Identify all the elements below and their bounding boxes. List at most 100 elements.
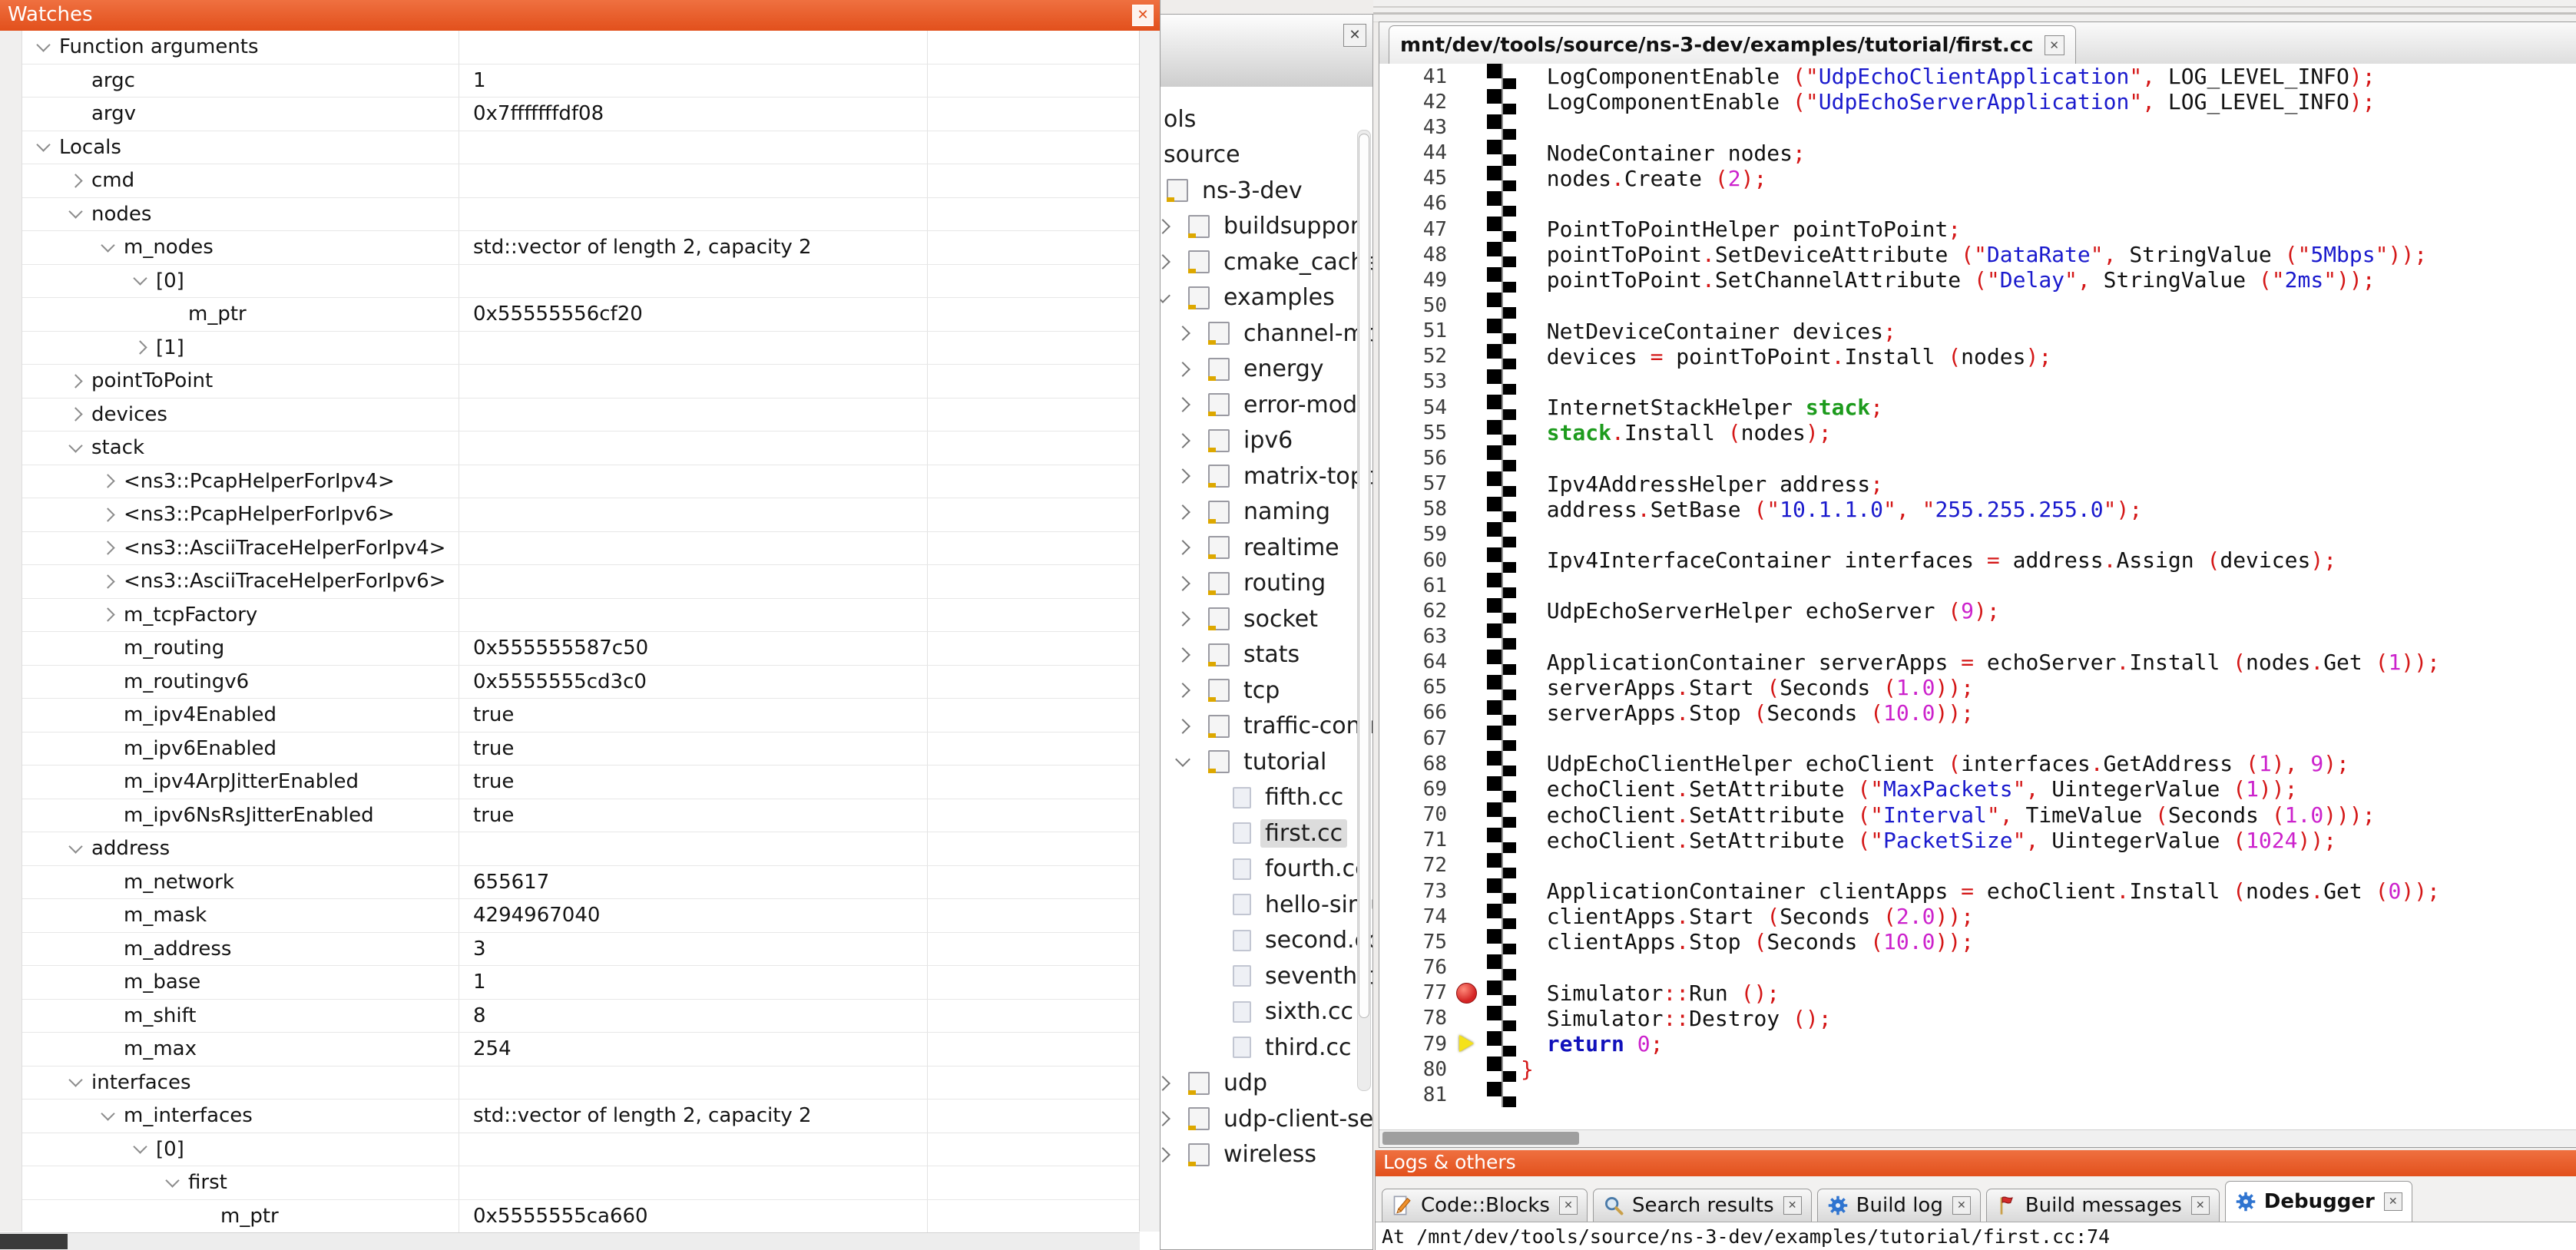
breakpoint-margin[interactable]	[1487, 751, 1516, 776]
editor-tab-first-cc[interactable]: mnt/dev/tools/source/ns-3-dev/examples/t…	[1389, 25, 2076, 64]
breakpoint-margin[interactable]	[1487, 64, 1516, 89]
chevron-down-icon[interactable]	[36, 38, 50, 51]
tree-item-tcp[interactable]: tcp	[1177, 673, 1284, 707]
gutter-marker-zone[interactable]	[1452, 395, 1487, 420]
scrollbar-thumb[interactable]	[1359, 134, 1369, 1018]
gutter-marker-zone[interactable]	[1452, 114, 1487, 140]
tree-item-fourth-cc[interactable]: fourth.cc	[1233, 852, 1372, 886]
line-number[interactable]: 44	[1379, 141, 1452, 164]
gutter-marker-zone[interactable]	[1452, 1031, 1487, 1057]
gutter-marker-zone[interactable]	[1452, 1006, 1487, 1031]
close-icon[interactable]: ✕	[1132, 5, 1154, 26]
breakpoint-margin[interactable]	[1487, 1006, 1516, 1031]
tree-item-second-cc[interactable]: second.cc	[1233, 924, 1372, 957]
gutter-marker-zone[interactable]	[1452, 420, 1487, 445]
gutter-marker-zone[interactable]	[1452, 623, 1487, 649]
tree-item-routing[interactable]: routing	[1177, 567, 1330, 600]
watch-row[interactable]: m_routing0x555555587c50	[0, 632, 1140, 666]
chevron-right-icon[interactable]	[1175, 504, 1190, 520]
logs-tab-debugger[interactable]: Debugger✕	[2225, 1181, 2412, 1222]
chevron-right-icon[interactable]	[101, 508, 114, 521]
breakpoint-margin[interactable]	[1487, 1031, 1516, 1057]
gutter-marker-zone[interactable]	[1452, 319, 1487, 344]
chevron-down-icon[interactable]	[68, 839, 82, 853]
watch-row[interactable]: m_ipv6NsRsJitterEnabledtrue	[0, 799, 1140, 833]
tree-item-third-cc[interactable]: third.cc	[1233, 1030, 1356, 1064]
line-number[interactable]: 62	[1379, 600, 1452, 623]
scrollbar-thumb[interactable]	[1382, 1132, 1579, 1145]
line-number[interactable]: 76	[1379, 956, 1452, 979]
breakpoint-margin[interactable]	[1487, 547, 1516, 573]
gutter-marker-zone[interactable]	[1452, 929, 1487, 954]
breakpoint-margin[interactable]	[1487, 420, 1516, 445]
gutter-marker-zone[interactable]	[1452, 522, 1487, 547]
gutter-marker-zone[interactable]	[1452, 293, 1487, 318]
gutter-marker-zone[interactable]	[1452, 828, 1487, 853]
line-number[interactable]: 73	[1379, 880, 1452, 903]
chevron-down-icon[interactable]	[101, 238, 114, 252]
breakpoint-margin[interactable]	[1487, 242, 1516, 267]
chevron-down-icon[interactable]	[36, 138, 50, 152]
chevron-down-icon[interactable]	[68, 438, 82, 452]
chevron-down-icon[interactable]	[133, 1140, 147, 1154]
breakpoint-margin[interactable]	[1487, 650, 1516, 675]
watch-row[interactable]: m_ptr0x55555556cf20	[0, 298, 1140, 332]
watch-row[interactable]: m_ipv4Enabledtrue	[0, 699, 1140, 732]
breakpoint-margin[interactable]	[1487, 445, 1516, 471]
watch-row[interactable]: devices	[0, 398, 1140, 432]
breakpoint-margin[interactable]	[1487, 140, 1516, 165]
breakpoint-margin[interactable]	[1487, 395, 1516, 420]
line-number[interactable]: 55	[1379, 422, 1452, 445]
line-number[interactable]: 53	[1379, 370, 1452, 393]
gutter-marker-zone[interactable]	[1452, 751, 1487, 776]
breakpoint-margin[interactable]	[1487, 929, 1516, 954]
chevron-right-icon[interactable]	[1175, 576, 1190, 591]
watches-titlebar[interactable]: Watches ✕	[0, 0, 1160, 31]
breakpoint-margin[interactable]	[1487, 191, 1516, 217]
tree-item-ipv6[interactable]: ipv6	[1177, 424, 1297, 458]
breakpoint-margin[interactable]	[1487, 802, 1516, 828]
breakpoint-margin[interactable]	[1487, 89, 1516, 114]
breakpoint-margin[interactable]	[1487, 267, 1516, 293]
gutter-marker-zone[interactable]	[1452, 980, 1487, 1006]
gutter-marker-zone[interactable]	[1452, 700, 1487, 726]
gutter-marker-zone[interactable]	[1452, 954, 1487, 980]
watch-row[interactable]: m_base1	[0, 966, 1140, 1000]
breakpoint-margin[interactable]	[1487, 980, 1516, 1006]
chevron-right-icon[interactable]	[1175, 397, 1190, 412]
gutter-marker-zone[interactable]	[1452, 140, 1487, 165]
line-number[interactable]: 63	[1379, 625, 1452, 648]
breakpoint-margin[interactable]	[1487, 319, 1516, 344]
chevron-down-icon[interactable]	[1175, 752, 1190, 767]
watch-row[interactable]: <ns3::AsciiTraceHelperForIpv4>	[0, 532, 1140, 566]
tree-item-examples[interactable]: examples	[1157, 281, 1339, 315]
chevron-right-icon[interactable]	[68, 174, 82, 187]
breakpoint-margin[interactable]	[1487, 114, 1516, 140]
line-number[interactable]: 60	[1379, 549, 1452, 572]
watch-row[interactable]: m_mask4294967040	[0, 899, 1140, 933]
watch-row[interactable]: nodes	[0, 198, 1140, 232]
breakpoint-margin[interactable]	[1487, 878, 1516, 904]
tree-item-tutorial[interactable]: tutorial	[1177, 745, 1331, 779]
tree-item-energy[interactable]: energy	[1177, 352, 1329, 386]
line-number[interactable]: 52	[1379, 345, 1452, 368]
gutter-marker-zone[interactable]	[1452, 64, 1487, 89]
watch-row[interactable]: m_routingv60x5555555cd3c0	[0, 666, 1140, 699]
code-area[interactable]: 41 LogComponentEnable ("UdpEchoClientApp…	[1379, 64, 2576, 1126]
line-number[interactable]: 72	[1379, 854, 1452, 877]
gutter-marker-zone[interactable]	[1452, 878, 1487, 904]
gutter-marker-zone[interactable]	[1452, 1057, 1487, 1082]
watch-row[interactable]: <ns3::PcapHelperForIpv4>	[0, 465, 1140, 499]
chevron-right-icon[interactable]	[68, 408, 82, 422]
breakpoint-margin[interactable]	[1487, 344, 1516, 369]
tree-item-traffic-contro[interactable]: traffic-contro	[1177, 709, 1372, 743]
watch-row[interactable]: m_nodesstd::vector of length 2, capacity…	[0, 231, 1140, 265]
watches-horizontal-scrollbar[interactable]	[0, 1232, 1140, 1250]
chevron-right-icon[interactable]	[1175, 540, 1190, 555]
breakpoint-margin[interactable]	[1487, 166, 1516, 191]
close-icon[interactable]: ✕	[1559, 1196, 1578, 1215]
chevron-down-icon[interactable]	[68, 205, 82, 219]
breakpoint-margin[interactable]	[1487, 828, 1516, 853]
watch-row[interactable]: cmd	[0, 164, 1140, 198]
line-number[interactable]: 68	[1379, 752, 1452, 775]
